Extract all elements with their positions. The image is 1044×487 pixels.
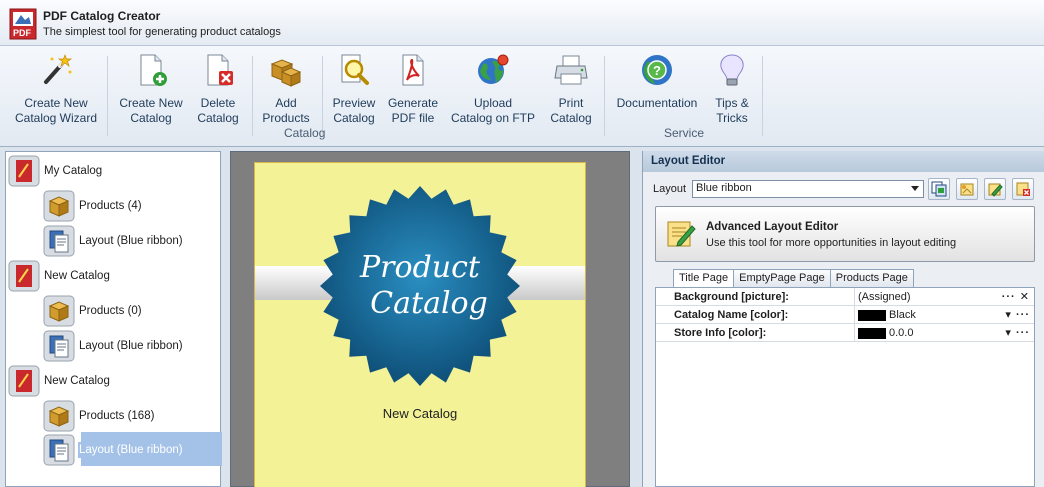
svg-text:?: ? [653, 63, 661, 78]
pdf-icon [402, 54, 424, 86]
preview-catalog-button[interactable]: Preview Catalog [326, 50, 382, 132]
chevron-down-icon [911, 186, 920, 191]
create-catalog-wizard-button[interactable]: Create New Catalog Wizard [12, 50, 100, 132]
group-label-service: Service [664, 126, 705, 140]
print-catalog-button[interactable]: Print Catalog [544, 50, 598, 132]
tree-item-products[interactable]: Products (168) [43, 399, 155, 433]
delete-layout-icon [1016, 182, 1030, 196]
tab-products-page[interactable]: Products Page [829, 269, 914, 287]
products-box-icon [43, 400, 75, 432]
page-tabs: Title Page EmptyPage Page Products Page [673, 269, 914, 287]
property-row[interactable]: Store Info [color]: 0.0.0 ▾ ··· [656, 324, 1034, 342]
property-row[interactable]: Catalog Name [color]: Black ▾ ··· [656, 306, 1034, 324]
create-catalog-button[interactable]: Create New Catalog [116, 50, 186, 132]
tree-item-layout[interactable]: Layout (Blue ribbon) [43, 329, 184, 363]
left-splitter[interactable] [222, 151, 229, 487]
tree-item-products[interactable]: Products (4) [43, 189, 143, 223]
layout-icon [43, 330, 75, 362]
edit-layout-button[interactable] [984, 178, 1006, 200]
tree-item-layout[interactable]: Layout (Blue ribbon) [43, 224, 184, 258]
layout-editor-panel: Layout Editor Layout Blue ribbon Advance… [642, 151, 1044, 487]
upload-catalog-ftp-button[interactable]: Upload Catalog on FTP [448, 50, 538, 132]
copy-layout-icon [931, 181, 947, 197]
layout-label: Layout [653, 183, 687, 195]
tree-item-catalog[interactable]: New Catalog [8, 259, 111, 293]
add-layout-button[interactable] [956, 178, 978, 200]
catalog-preview: Product Catalog New Catalog [230, 151, 630, 487]
seal-text-line1: Product [359, 250, 481, 285]
product-catalog-seal: Product Catalog [320, 186, 520, 386]
property-actions[interactable]: ▾ ··· [1005, 308, 1030, 321]
generate-pdf-button[interactable]: Generate PDF file [384, 50, 442, 132]
svg-text:PDF: PDF [13, 28, 32, 38]
help-globe-icon: ? [642, 55, 672, 85]
tree-item-catalog[interactable]: New Catalog [8, 364, 111, 398]
preview-page: Product Catalog New Catalog [254, 162, 586, 487]
layout-icon [43, 434, 75, 466]
catalog-icon [8, 260, 40, 292]
add-layout-icon [960, 183, 974, 196]
printer-icon [554, 55, 588, 85]
copy-layout-button[interactable] [928, 178, 950, 200]
app-subtitle: The simplest tool for generating product… [43, 26, 281, 38]
globe-icon [478, 54, 509, 84]
advanced-editor-subtitle: Use this tool for more opportunities in … [706, 237, 957, 249]
layout-icon [43, 225, 75, 257]
advanced-layout-editor-button[interactable]: Advanced Layout Editor Use this tool for… [655, 206, 1035, 262]
magnifier-icon [341, 54, 369, 85]
property-row[interactable]: Background [picture]: (Assigned) ··· ✕ [656, 288, 1034, 306]
catalog-icon [8, 365, 40, 397]
magic-wand-icon [44, 54, 73, 84]
preview-catalog-name: New Catalog [382, 406, 458, 421]
ribbon-separator [604, 56, 605, 136]
property-grid: Background [picture]: (Assigned) ··· ✕ C… [655, 287, 1035, 487]
ribbon-separator [107, 56, 108, 136]
app-title: PDF Catalog Creator [43, 9, 161, 23]
property-actions[interactable]: ··· ✕ [1002, 290, 1030, 303]
edit-layout-icon [988, 183, 1003, 197]
add-products-button[interactable]: Add Products [256, 50, 316, 132]
lightbulb-icon [720, 54, 744, 86]
color-swatch [858, 327, 886, 339]
property-actions[interactable]: ▾ ··· [1005, 326, 1030, 339]
layout-editor-header: Layout Editor [643, 151, 1044, 172]
notepad-pencil-icon [667, 221, 696, 247]
title-bar: PDF PDF Catalog Creator The simplest too… [0, 0, 1044, 46]
advanced-editor-title: Advanced Layout Editor [706, 221, 839, 233]
new-document-icon [140, 54, 167, 86]
app-logo-icon: PDF [9, 8, 37, 40]
delete-document-icon [207, 54, 233, 86]
color-swatch [858, 309, 886, 321]
delete-layout-button[interactable] [1012, 178, 1034, 200]
delete-catalog-button[interactable]: Delete Catalog [188, 50, 248, 132]
layout-dropdown[interactable]: Blue ribbon [692, 180, 925, 198]
tree-item-catalog[interactable]: My Catalog [8, 154, 103, 188]
catalog-icon [8, 155, 40, 187]
ribbon-separator [252, 56, 253, 136]
tab-emptypage-page[interactable]: EmptyPage Page [733, 269, 831, 287]
ribbon-toolbar: Create New Catalog Wizard Create New Cat… [0, 46, 1044, 147]
ribbon-separator [762, 56, 763, 136]
products-box-icon [43, 295, 75, 327]
group-label-catalog: Catalog [284, 126, 326, 140]
layout-selector-row: Layout Blue ribbon [653, 180, 925, 198]
tree-item-products[interactable]: Products (0) [43, 294, 143, 328]
documentation-button[interactable]: ? Documentation [612, 50, 702, 132]
tree-item-layout-selected[interactable]: Layout (Blue ribbon) [43, 433, 184, 467]
ribbon-separator [322, 56, 323, 136]
tab-title-page[interactable]: Title Page [673, 269, 735, 287]
boxes-icon [270, 59, 302, 87]
seal-text-line2: Catalog [370, 286, 488, 321]
catalog-tree: My Catalog Products (4) Layout (Blue rib… [5, 151, 223, 487]
right-splitter[interactable] [633, 151, 640, 487]
products-box-icon [43, 190, 75, 222]
tips-tricks-button[interactable]: Tips & Tricks [708, 50, 756, 132]
